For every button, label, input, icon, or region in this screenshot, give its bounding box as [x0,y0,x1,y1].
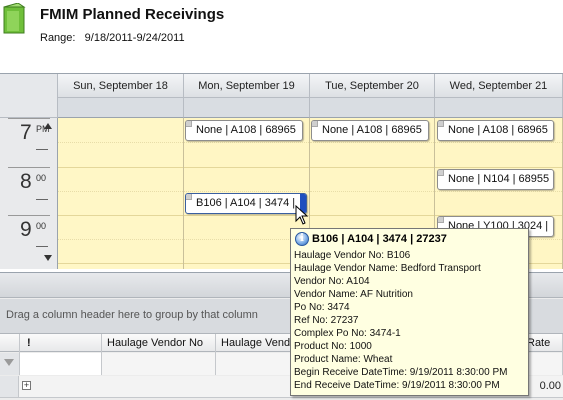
appointment-text: B106 | A104 | 3474 | [196,197,296,209]
appointment[interactable]: None | A108 | 68965 [437,120,554,141]
date-range: Range: 9/18/2011-9/24/2011 [40,32,185,44]
appointment[interactable]: None | A108 | 68965 [311,120,429,141]
info-icon: i [295,232,309,246]
half-hour-tick [36,149,48,150]
tooltip-line: Product No: 1000 [294,341,372,352]
allday-cell-mon[interactable] [184,98,310,118]
day-header-mon[interactable]: Mon, September 19 [184,74,310,98]
tooltip-line: Vendor No: A104 [294,276,370,287]
filter-cell[interactable] [20,353,102,375]
hour-suffix-9: 00 [36,221,47,231]
scroll-down-arrow-icon[interactable] [44,255,52,261]
tooltip-line: Complex Po No: 3474-1 [294,328,401,339]
hour-suffix-7: PM [36,124,50,134]
appointment[interactable]: None | A108 | 68965 [185,120,303,141]
hour-label-9: 9 [20,218,32,241]
tooltip-line: Haulage Vendor No: B106 [294,250,411,261]
scheduler-corner [0,74,58,118]
filter-cell[interactable] [102,353,216,375]
range-value: 9/18/2011-9/24/2011 [84,32,185,44]
tooltip-line: End Receive DateTime: 9/19/2011 8:30:00 … [294,380,500,391]
filter-icon[interactable] [4,359,14,366]
tooltip-line: Begin Receive DateTime: 9/19/2011 8:30:0… [294,367,508,378]
row-selector-header [0,334,20,353]
allday-cell-wed[interactable] [435,98,563,118]
hour-label-7: 7 [20,121,32,144]
half-hour-tick [36,199,48,200]
tooltip-line: Haulage Vendor Name: Bedford Transport [294,263,481,274]
rate-cell: 0.00 [539,380,561,392]
tooltip-line: Po No: 3474 [294,302,350,313]
column-header-haulage-vendor-no[interactable]: Haulage Vendor No [102,334,216,353]
expand-plus-icon[interactable]: + [22,381,31,390]
allday-cell-sun[interactable] [58,98,184,118]
row-indicator [0,376,19,397]
day-header-wed[interactable]: Wed, September 21 [435,74,563,98]
page-title: FMIM Planned Receivings [40,6,225,23]
day-column-sun[interactable] [58,118,184,269]
day-header-tue[interactable]: Tue, September 20 [310,74,435,98]
tooltip-title: i B106 | A104 | 3474 | 27237 [294,232,528,249]
appointment-tooltip: i B106 | A104 | 3474 | 27237 Haulage Ven… [290,228,529,396]
filter-row-indicator [0,353,20,375]
hour-divider [8,167,50,168]
tooltip-line: Product Name: Wheat [294,354,393,365]
appointment-selected[interactable]: B106 | A104 | 3474 | [185,193,307,214]
hour-label-8: 8 [20,170,32,193]
mouse-pointer-icon [295,205,309,225]
day-header-sun[interactable]: Sun, September 18 [58,74,184,98]
half-hour-tick [36,246,48,247]
hour-divider [8,118,50,119]
time-ruler: 7 PM 8 00 9 00 [0,118,58,269]
range-label: Range: [40,32,76,44]
group-by-hint: Drag a column header here to group by th… [6,309,258,321]
allday-cell-tue[interactable] [310,98,435,118]
tooltip-title-text: B106 | A104 | 3474 | 27237 [312,233,447,245]
tooltip-line: Vendor Name: AF Nutrition [294,289,413,300]
tooltip-line: Ref No: 27237 [294,315,359,326]
appointment[interactable]: None | N104 | 68955 [437,169,554,190]
report-icon [3,3,26,34]
column-header-importance[interactable]: ! [20,334,102,353]
hour-suffix-8: 00 [36,173,47,183]
hour-divider [8,215,50,216]
